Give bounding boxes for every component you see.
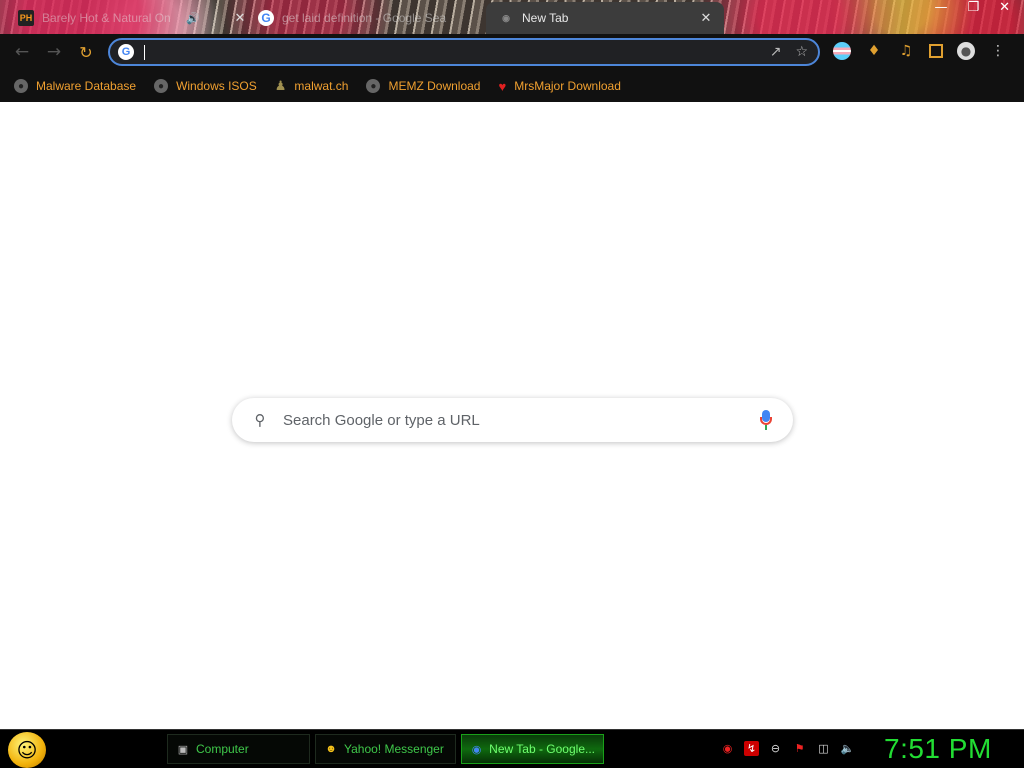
side-panel-icon[interactable] bbox=[929, 44, 943, 58]
tab-new-tab[interactable]: ◉ New Tab ✕ bbox=[486, 2, 724, 34]
toolbar: ← → ↻ G ↗ ☆ ♦ ♫ ● ⋮ bbox=[0, 34, 1024, 70]
taskbar-label: Computer bbox=[196, 742, 249, 756]
close-tab-icon[interactable]: ✕ bbox=[698, 10, 714, 26]
microphone-icon[interactable] bbox=[759, 410, 773, 430]
taskbar: ☺ ▣ Computer ☻ Yahoo! Messenger ◉ New Ta… bbox=[0, 729, 1024, 768]
google-favicon-icon: G bbox=[258, 10, 274, 26]
trans-flag-icon[interactable] bbox=[833, 42, 851, 60]
tab-strip: PH Barely Hot & Natural On 🔊 ✕ G get lai… bbox=[0, 0, 1024, 34]
start-smiley-icon[interactable]: ☺ bbox=[8, 732, 46, 768]
tab-google-search[interactable]: G get laid definition - Google Sea bbox=[258, 2, 483, 34]
bookmark-label: malwat.ch bbox=[294, 79, 349, 93]
forward-icon[interactable]: → bbox=[38, 38, 70, 66]
bookmarks-bar: ● Malware Database ● Windows ISOS ♟ malw… bbox=[0, 70, 1024, 102]
antivirus-icon[interactable]: ↯ bbox=[744, 741, 759, 756]
extensions-puzzle-icon[interactable]: ♦ bbox=[865, 42, 883, 60]
menu-kebab-icon[interactable]: ⋮ bbox=[989, 42, 1007, 60]
reload-icon[interactable]: ↻ bbox=[70, 38, 102, 66]
pornhub-favicon-icon: PH bbox=[18, 10, 34, 26]
globe-icon: ● bbox=[154, 79, 169, 93]
omnibox-actions: ↗ ☆ bbox=[770, 44, 808, 60]
flag-icon[interactable]: ⚑ bbox=[792, 741, 807, 756]
globe-icon: ● bbox=[14, 79, 28, 93]
search-input[interactable] bbox=[283, 411, 759, 429]
share-icon[interactable]: ↗ bbox=[770, 44, 782, 60]
eye-icon[interactable]: ◉ bbox=[720, 741, 735, 756]
close-window-icon[interactable]: ✕ bbox=[999, 0, 1010, 15]
clock[interactable]: 7:51 PM bbox=[884, 733, 992, 765]
taskbar-label: Yahoo! Messenger bbox=[344, 742, 444, 756]
google-icon: G bbox=[118, 44, 134, 60]
new-tab-page: ⚲ bbox=[0, 102, 1024, 729]
bookmark-windows-isos[interactable]: ● Windows ISOS bbox=[154, 79, 257, 93]
person-icon: ♟ bbox=[274, 78, 287, 93]
media-control-icon[interactable]: ♫ bbox=[897, 42, 915, 60]
text-caret bbox=[144, 45, 145, 60]
computer-icon: ▣ bbox=[177, 743, 189, 756]
address-input[interactable] bbox=[144, 44, 770, 60]
bookmark-mrsmajor-download[interactable]: ♥ MrsMajor Download bbox=[498, 79, 620, 94]
profile-avatar-icon[interactable]: ● bbox=[957, 42, 975, 60]
bookmark-memz-download[interactable]: ● MEMZ Download bbox=[366, 79, 480, 93]
system-tray: ◉ ↯ ⊖ ⚑ ◫ 🔈 bbox=[720, 741, 855, 756]
volume-icon[interactable]: 🔈 bbox=[840, 741, 855, 756]
bookmark-label: MEMZ Download bbox=[388, 79, 481, 93]
bookmark-label: Windows ISOS bbox=[176, 79, 257, 93]
bookmark-label: MrsMajor Download bbox=[514, 79, 621, 93]
tab-pornhub[interactable]: PH Barely Hot & Natural On 🔊 ✕ bbox=[18, 2, 248, 34]
window-controls: — ❐ ✕ bbox=[934, 0, 1010, 15]
network-icon[interactable]: ◫ bbox=[816, 741, 831, 756]
chrome-icon: ◉ bbox=[471, 743, 482, 756]
close-tab-icon[interactable]: ✕ bbox=[232, 10, 248, 26]
address-bar[interactable]: G ↗ ☆ bbox=[108, 38, 820, 66]
google-search-box[interactable]: ⚲ bbox=[232, 398, 793, 442]
speaker-icon[interactable]: 🔊 bbox=[186, 12, 200, 25]
taskbar-item-computer[interactable]: ▣ Computer bbox=[167, 734, 310, 764]
restore-icon[interactable]: ❐ bbox=[967, 0, 979, 15]
yahoo-smiley-icon: ☻ bbox=[325, 743, 337, 755]
globe-icon: ● bbox=[366, 79, 381, 93]
extensions-area: ♦ ♫ ● ⋮ bbox=[833, 42, 1007, 60]
taskbar-label: New Tab - Google... bbox=[489, 742, 595, 756]
status-icon[interactable]: ⊖ bbox=[768, 741, 783, 756]
heart-icon: ♥ bbox=[498, 78, 507, 94]
tab-title: get laid definition - Google Sea bbox=[282, 11, 447, 25]
taskbar-item-chrome[interactable]: ◉ New Tab - Google... bbox=[461, 734, 604, 764]
bookmark-star-icon[interactable]: ☆ bbox=[795, 44, 808, 60]
search-icon: ⚲ bbox=[254, 411, 266, 429]
chrome-icon: ◉ bbox=[502, 12, 510, 23]
minimize-icon[interactable]: — bbox=[934, 0, 947, 15]
tab-title: Barely Hot & Natural On bbox=[42, 11, 171, 25]
bookmark-malwatch[interactable]: ♟ malwat.ch bbox=[275, 78, 349, 94]
back-icon[interactable]: ← bbox=[6, 38, 38, 66]
taskbar-item-yahoo-messenger[interactable]: ☻ Yahoo! Messenger bbox=[315, 734, 456, 764]
bookmark-label: Malware Database bbox=[36, 79, 137, 93]
bookmark-malware-database[interactable]: ● Malware Database bbox=[14, 79, 136, 93]
tab-title: New Tab bbox=[522, 11, 569, 25]
